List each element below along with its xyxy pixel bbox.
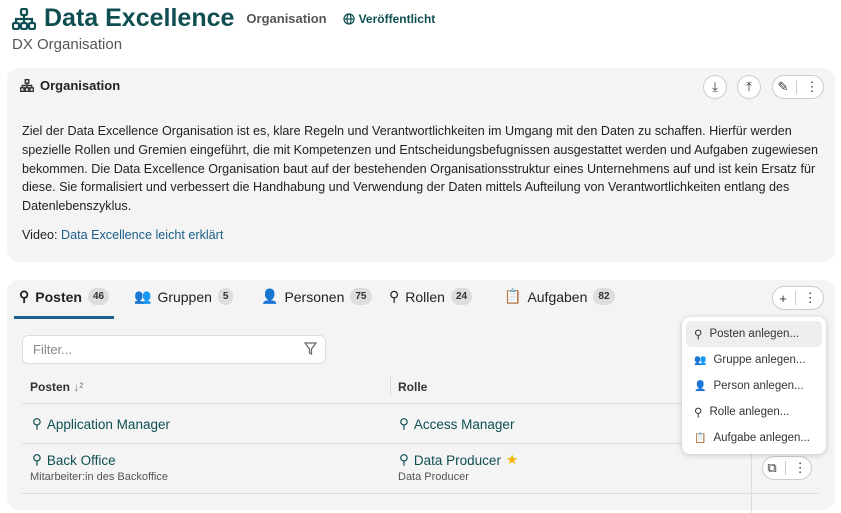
person-icon: 👤: [261, 288, 279, 304]
download-button[interactable]: ⤓: [703, 75, 727, 99]
pencil-icon[interactable]: ✎: [778, 79, 789, 95]
table-row[interactable]: ⚲ Back Office: [32, 452, 116, 468]
more-icon[interactable]: ⋮: [804, 290, 817, 306]
column-header-rolle[interactable]: Rolle: [398, 380, 427, 394]
table-row[interactable]: ⚲ Application Manager: [32, 416, 170, 432]
copy-icon[interactable]: ⧉: [767, 460, 776, 476]
person-outline-icon: ⚲: [694, 329, 703, 341]
row-actions: ⧉ ⋮: [762, 456, 812, 480]
clipboard-icon: 📋: [694, 432, 707, 444]
active-tab-indicator: [14, 316, 114, 319]
group-icon: 👥: [134, 288, 152, 304]
menu-item-gruppe[interactable]: 👥 Gruppe anlegen...: [686, 347, 822, 373]
page-title: Data Excellence: [44, 4, 235, 32]
create-menu: ⚲ Posten anlegen... 👥 Gruppe anlegen... 👤 P…: [682, 317, 826, 454]
role-edit-icon: ⚲: [399, 452, 409, 467]
more-icon[interactable]: ⋮: [805, 79, 818, 95]
menu-item-person[interactable]: 👤 Person anlegen...: [686, 373, 822, 399]
role-icon: ⚲: [399, 416, 409, 431]
org-chart-icon: [12, 7, 36, 30]
clipboard-icon: 📋: [504, 288, 522, 304]
group-icon: 👥: [694, 354, 707, 366]
menu-item-aufgabe[interactable]: 📋 Aufgabe anlegen...: [686, 425, 822, 451]
filter-input[interactable]: Filter...: [22, 335, 326, 364]
card-header: Organisation: [20, 78, 120, 93]
plus-icon[interactable]: +: [779, 291, 787, 306]
org-chart-icon: [20, 79, 34, 92]
video-link[interactable]: Data Excellence leicht erklärt: [61, 228, 223, 242]
star-icon: ★: [505, 452, 519, 467]
organisation-card: Organisation ⤓ ⤒ ✎ ⋮ Ziel der Data Excell…: [7, 68, 835, 262]
menu-item-rolle[interactable]: ⚲ Rolle anlegen...: [686, 399, 822, 425]
add-button-group: + ⋮: [772, 286, 824, 310]
menu-item-posten[interactable]: ⚲ Posten anlegen...: [686, 321, 822, 347]
upload-button[interactable]: ⤒: [737, 75, 761, 99]
tab-rollen[interactable]: ⚲ Rollen 24: [389, 288, 473, 305]
description: Ziel der Data Excellence Organisation is…: [22, 124, 819, 214]
tab-gruppen[interactable]: 👥 Gruppen 5: [134, 288, 234, 305]
person-icon: 👤: [694, 380, 707, 392]
globe-icon: [342, 12, 355, 25]
page-header: Data Excellence Organisation Veröffentli…: [12, 4, 435, 33]
page-type: Organisation: [246, 11, 327, 26]
tab-aufgaben[interactable]: 📋 Aufgaben 82: [504, 288, 615, 305]
upload-icon: ⤒: [746, 79, 752, 94]
video-line: Video: Data Excellence leicht erklärt: [22, 228, 224, 242]
sort-icon[interactable]: ↓²: [73, 380, 83, 394]
person-outline-icon: ⚲: [32, 416, 42, 431]
status-badge: Veröffentlicht: [342, 12, 435, 26]
edit-button-group: ✎ ⋮: [772, 75, 824, 99]
column-header-posten[interactable]: Posten ↓²: [30, 380, 83, 394]
person-outline-icon: ⚲: [32, 452, 42, 467]
download-icon: ⤓: [712, 79, 718, 94]
tab-personen[interactable]: 👤 Personen 75: [261, 288, 372, 305]
filter-icon[interactable]: [304, 342, 317, 355]
more-icon[interactable]: ⋮: [794, 460, 807, 476]
tab-posten[interactable]: ⚲ Posten 46: [19, 288, 110, 305]
role-icon: ⚲: [694, 407, 703, 419]
person-outline-icon: ⚲: [19, 288, 30, 304]
role-icon: ⚲: [389, 288, 400, 304]
page-subtitle: DX Organisation: [12, 36, 123, 53]
